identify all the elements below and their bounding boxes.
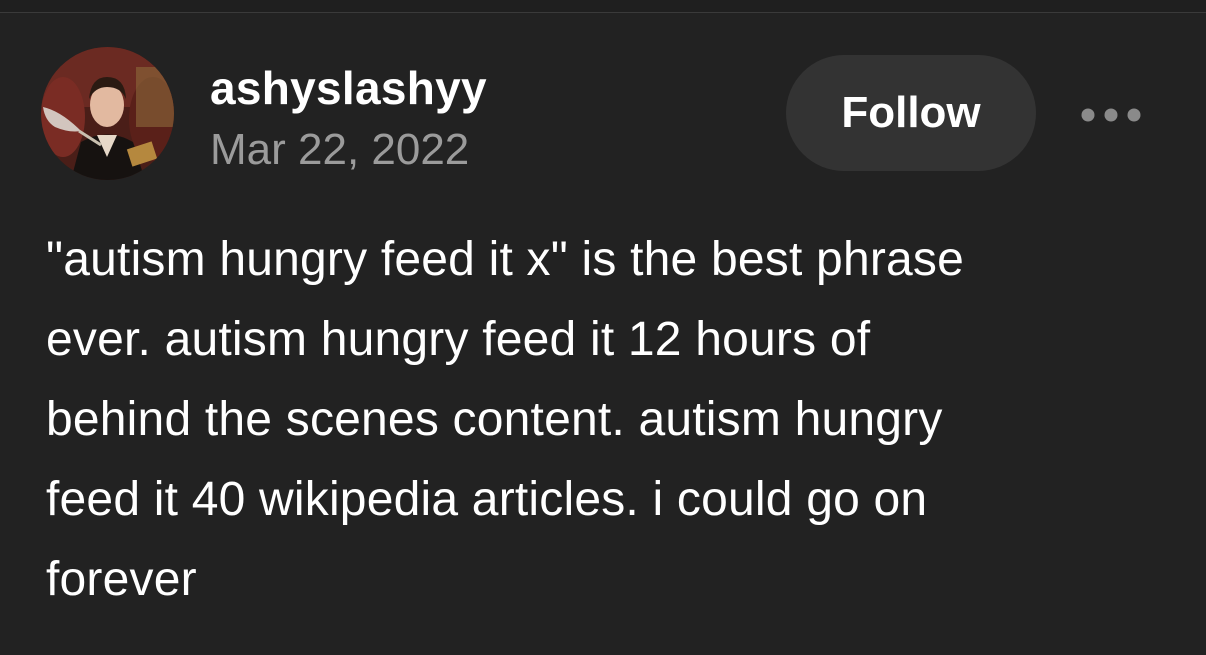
avatar-photo xyxy=(41,47,174,180)
follow-button[interactable]: Follow xyxy=(786,55,1036,171)
post-card: ashyslashyy Mar 22, 2022 Follow "autism … xyxy=(0,0,1206,655)
post-body-line: ever. autism hungry feed it 12 hours of xyxy=(46,313,871,366)
post-body-line: feed it 40 wikipedia articles. i could g… xyxy=(46,473,928,526)
post-body-line: forever xyxy=(46,553,197,606)
top-divider xyxy=(0,0,1206,13)
post-body: "autism hungry feed it x" is the best ph… xyxy=(46,220,1166,620)
post-body-line: "autism hungry feed it x" is the best ph… xyxy=(46,233,965,286)
post-date[interactable]: Mar 22, 2022 xyxy=(210,122,469,178)
username[interactable]: ashyslashyy xyxy=(210,60,487,116)
more-options-icon xyxy=(1081,108,1141,122)
avatar[interactable] xyxy=(41,47,174,180)
post-body-line: behind the scenes content. autism hungry xyxy=(46,393,943,446)
more-options-button[interactable] xyxy=(1078,100,1144,130)
